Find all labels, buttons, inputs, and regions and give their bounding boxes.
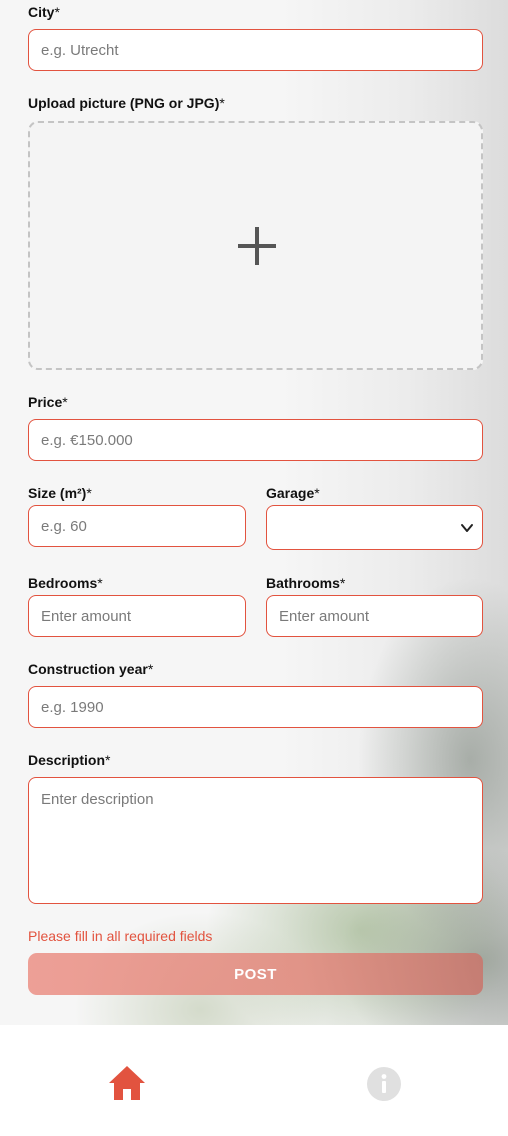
garage-required-mark: * [314, 485, 320, 501]
city-label: City* [28, 4, 60, 20]
plus-icon [238, 227, 276, 265]
bathrooms-required-mark: * [339, 575, 346, 591]
bedrooms-label: Bedrooms* [28, 575, 103, 591]
construction-year-label: Construction year* [28, 661, 153, 677]
info-icon[interactable] [366, 1066, 402, 1102]
construction-year-input[interactable] [28, 686, 483, 728]
description-required-mark: * [105, 752, 111, 768]
garage-label-text: Garage [266, 485, 315, 501]
bathrooms-input[interactable] [266, 595, 483, 637]
garage-select[interactable] [266, 505, 483, 550]
error-message: Please fill in all required fields [28, 928, 213, 944]
upload-required-mark: * [219, 95, 225, 111]
price-input[interactable] [28, 419, 483, 461]
size-required-mark: * [86, 485, 92, 501]
home-icon[interactable] [108, 1065, 146, 1101]
size-label: Size (m²)* [28, 485, 92, 501]
description-label: Description* [28, 752, 110, 768]
bathrooms-label-text: Bathrooms [266, 575, 340, 591]
bedrooms-required-mark: * [97, 575, 103, 591]
description-textarea[interactable] [28, 777, 483, 904]
construction-year-label-text: Construction year [28, 661, 148, 677]
size-input[interactable] [28, 505, 246, 547]
garage-label: Garage* [266, 485, 320, 501]
price-label: Price* [28, 394, 68, 410]
description-label-text: Description [28, 752, 106, 768]
bedrooms-input[interactable] [28, 595, 246, 637]
post-button[interactable]: POST [28, 953, 483, 995]
construction-year-required-mark: * [147, 661, 154, 677]
upload-label: Upload picture (PNG or JPG)* [28, 95, 225, 111]
price-required-mark: * [62, 394, 68, 410]
bottom-navbar [0, 1025, 508, 1136]
city-label-text: City [28, 4, 55, 20]
upload-label-text: Upload picture (PNG or JPG) [28, 95, 220, 111]
upload-picture-dropzone[interactable] [28, 121, 483, 370]
bedrooms-label-text: Bedrooms [28, 575, 98, 591]
city-input[interactable] [28, 29, 483, 71]
price-label-text: Price [28, 394, 63, 410]
bathrooms-label: Bathrooms* [266, 575, 345, 591]
size-label-text: Size (m²) [28, 485, 87, 501]
chevron-down-icon [461, 524, 473, 532]
city-required-mark: * [54, 4, 60, 20]
